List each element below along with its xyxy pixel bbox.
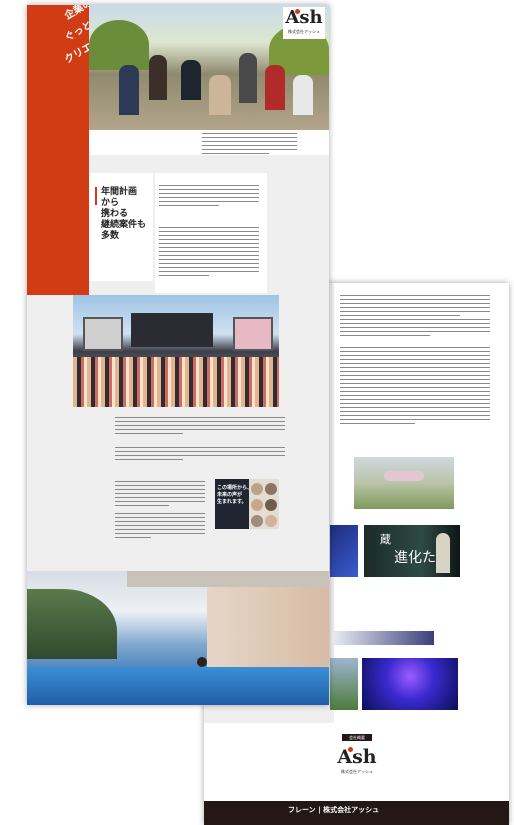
- garden-photo: [354, 457, 454, 509]
- hero-logo-box: Ash 株式会社アッシュ: [283, 7, 325, 39]
- white-card-photo: [334, 631, 434, 645]
- footer-bar: フレーン | 株式会社アッシュ: [204, 801, 509, 825]
- article-text-3: [115, 481, 205, 509]
- section-heading-line-3: 携わる: [101, 209, 129, 219]
- section-heading-line-4: 継続案件も: [101, 220, 147, 230]
- footer-logo-dot: [348, 747, 353, 752]
- landscape-photo-small: [330, 658, 358, 710]
- footer-logo: Ash: [337, 746, 377, 768]
- footer-company-name: 株式会社アッシュ: [341, 769, 373, 774]
- article-text-2: [115, 447, 285, 463]
- callout-line-1: この場所から、: [217, 485, 253, 491]
- section-heading-line-5: 多数: [101, 231, 120, 241]
- hero-logo-dot: [295, 9, 300, 14]
- hero-logo-sub: 株式会社アッシュ: [288, 29, 320, 34]
- concert-photo-small: [362, 658, 458, 710]
- accent-strip: [27, 155, 89, 295]
- footer-brand-line: フレーン | 株式会社アッシュ: [288, 806, 380, 814]
- section-heading-line-2: から: [101, 198, 120, 208]
- intro-text: [202, 133, 297, 157]
- banner-text-1: 蔵: [380, 533, 391, 546]
- article-text-1: [115, 417, 285, 437]
- section-heading: 年間計画 から 携わる 継続案件も 多数: [101, 187, 146, 242]
- onsen-photo: [27, 571, 329, 705]
- sake-banner: 蔵 進化た: [364, 525, 460, 577]
- festival-photo: [73, 295, 279, 407]
- back-page-text-1: [340, 295, 490, 339]
- section-text-1: [159, 185, 259, 209]
- blue-banner-left: [330, 525, 358, 577]
- back-page-text-2: [340, 347, 490, 427]
- callout-line-3: 生まれます。: [217, 499, 247, 505]
- section-heading-card: 年間計画 から 携わる 継続案件も 多数: [89, 173, 153, 281]
- front-page: 企業の課題に ぐっと、寄り添う クリエイティブチーム Ash 株式会社アッシュ …: [27, 5, 329, 705]
- voices-collage: この場所から、 未来の声が 生まれます。: [215, 479, 279, 529]
- callout-text: この場所から、 未来の声が 生まれます。: [217, 485, 252, 506]
- company-tag: 会社概要: [342, 734, 372, 741]
- section-heading-line-1: 年間計画: [101, 187, 138, 197]
- callout-line-2: 未来の声が: [217, 492, 243, 498]
- article-text-4: [115, 513, 205, 541]
- section-text-2: [159, 227, 259, 279]
- banner-text-2: 進化た: [394, 550, 436, 566]
- hero-logo: Ash: [285, 7, 323, 28]
